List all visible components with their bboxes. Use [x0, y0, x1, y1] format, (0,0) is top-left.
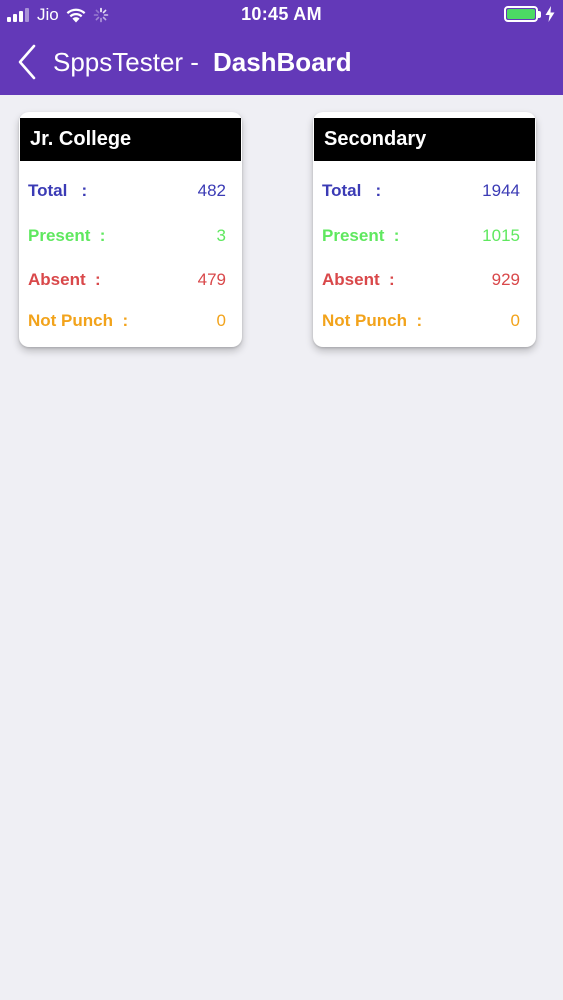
not-punch-label: Not Punch :: [28, 311, 129, 330]
total-value: 1944: [482, 181, 520, 200]
total-row: Total : 482: [28, 179, 226, 203]
jr-college-card[interactable]: Jr. College Total : 482 Present : 3 Abse…: [19, 112, 242, 347]
status-bar: Jio 10:45 AM: [0, 0, 563, 30]
card-title: Secondary: [314, 118, 535, 161]
secondary-card[interactable]: Secondary Total : 1944 Present : 1015 Ab…: [313, 112, 536, 347]
not-punch-value: 0: [216, 311, 226, 330]
battery-icon: [504, 6, 538, 22]
present-value: 1015: [482, 226, 520, 245]
status-time: 10:45 AM: [241, 4, 322, 24]
not-punch-row: Not Punch : 0: [322, 309, 520, 333]
not-punch-row: Not Punch : 0: [28, 309, 226, 333]
absent-value: 479: [197, 270, 226, 289]
absent-row: Absent : 479: [28, 268, 226, 292]
page-name: DashBoard: [212, 47, 352, 77]
total-row: Total : 1944: [322, 179, 520, 203]
present-value: 3: [216, 226, 226, 245]
battery-fill: [507, 9, 535, 19]
total-label: Total :: [322, 181, 382, 200]
battery-tip: [538, 10, 541, 18]
chevron-left-icon: [18, 44, 36, 80]
absent-label: Absent :: [28, 270, 101, 289]
absent-row: Absent : 929: [322, 268, 520, 292]
present-row: Present : 1015: [322, 224, 520, 248]
present-row: Present : 3: [28, 224, 226, 248]
app-name: SppsTester -: [53, 47, 199, 77]
present-label: Present :: [28, 226, 106, 245]
app-header: Jio 10:45 AM SppsTester - DashBoard: [0, 0, 563, 95]
page-title: SppsTester - DashBoard: [53, 46, 352, 78]
not-punch-label: Not Punch :: [322, 311, 423, 330]
back-button[interactable]: [12, 42, 44, 82]
charging-bolt-icon: [545, 6, 555, 22]
nav-bar: SppsTester - DashBoard: [0, 36, 563, 88]
total-value: 482: [197, 181, 226, 200]
present-label: Present :: [322, 226, 400, 245]
absent-label: Absent :: [322, 270, 395, 289]
status-right: [504, 6, 555, 22]
total-label: Total :: [28, 181, 88, 200]
not-punch-value: 0: [510, 311, 520, 330]
absent-value: 929: [491, 270, 520, 289]
card-title: Jr. College: [20, 118, 241, 161]
